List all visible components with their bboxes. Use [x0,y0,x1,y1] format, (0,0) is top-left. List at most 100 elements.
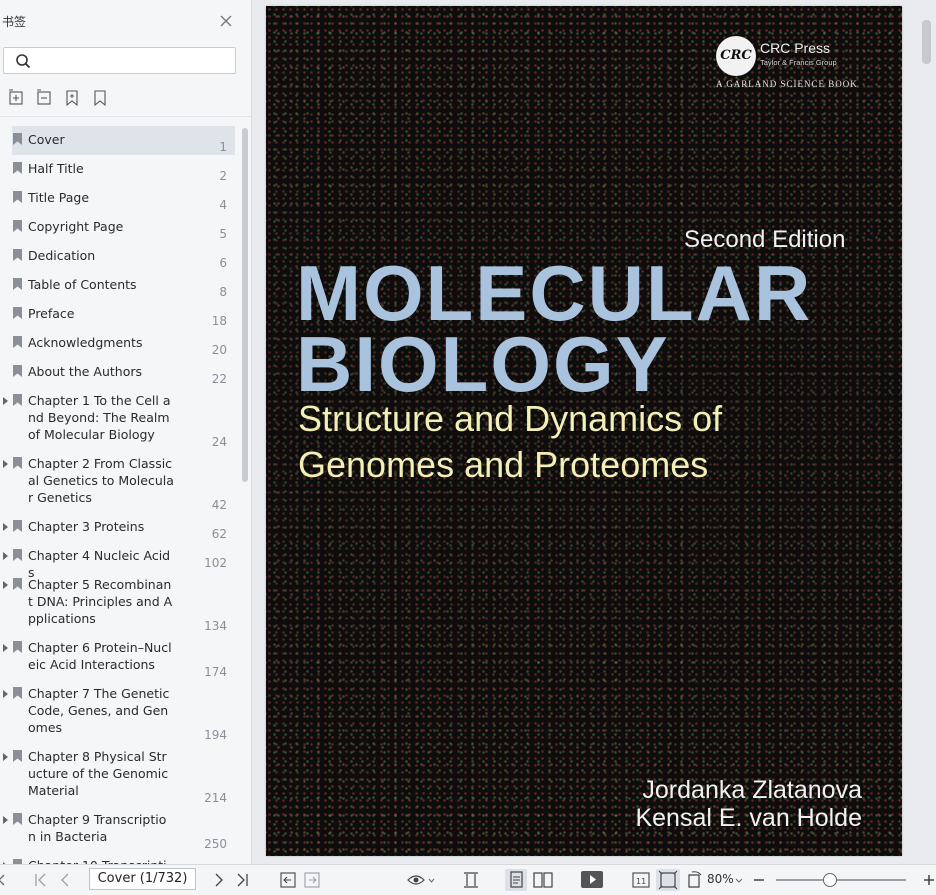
bookmark-item[interactable]: About the Authors 22 [12,358,235,387]
bookmark-page-number: 4 [219,198,227,212]
document-scrollbar[interactable] [922,20,931,64]
bookmark-list: Cover 1 Half Title 2 Title Page 4 Copyright Pa… [0,124,240,864]
search-icon [16,54,31,69]
slideshow-play-icon[interactable] [580,869,604,891]
bookmark-item[interactable]: Table of Contents 8 [12,271,235,300]
bookmark-item[interactable]: Chapter 7 The Genetic Code, Genes, and G… [3,680,235,743]
zoom-level[interactable]: 80% [707,872,734,886]
bookmark-item[interactable]: Chapter 6 Protein–Nucleic Acid Interacti… [3,634,235,680]
author-name: Kensal E. van Holde [635,804,862,832]
close-icon[interactable] [219,14,233,28]
bookmark-item[interactable]: Acknowledgments 20 [12,329,235,358]
bookmark-panel-title: 书签 [2,15,27,29]
bookmark-page-number: 250 [204,837,227,851]
book-subtitle-line1: Structure and Dynamics of [298,398,723,439]
bookmark-label: Chapter 2 From Classical Genetics to Mol… [28,456,174,505]
bookmark-label: Copyright Page [28,219,124,234]
bookmark-flag-icon [13,220,22,232]
zoom-in-icon[interactable] [922,869,936,891]
bookmark-flag-icon [13,336,22,348]
bookmark-page-number: 18 [211,314,227,328]
eye-care-icon[interactable] [406,869,436,891]
page-indicator[interactable]: Cover (1/732) [89,868,196,890]
bookmark-item[interactable]: Half Title 2 [12,155,235,184]
bookmark-label: Chapter 1 To the Cell and Beyond: The Re… [28,393,171,442]
bookmark-page-number: 62 [211,527,227,541]
last-page-icon[interactable] [234,869,250,891]
bookmark-item[interactable]: Chapter 9 Transcription in Bacteria 250 [3,806,235,852]
bookmark-page-number: 5 [219,227,227,241]
expand-caret-icon[interactable] [3,552,8,560]
bookmark-item[interactable]: Title Page 4 [12,184,235,213]
bookmark-panel-header: 书签 [0,0,251,42]
bookmark-flag-icon [13,278,22,290]
bookmark-item[interactable]: Chapter 8 Physical Structure of the Geno… [3,743,235,806]
first-page-icon[interactable] [33,869,49,891]
bookmark-flag-icon [13,578,22,590]
bookmark-label: Table of Contents [28,277,137,292]
bookmark-flag-icon [13,249,22,261]
rotate-icon[interactable] [686,869,704,891]
bookmark-label: Cover [28,132,65,147]
chevron-left-icon[interactable] [0,869,6,891]
two-page-icon[interactable] [532,869,554,891]
bookmark-item[interactable]: Chapter 10 Transcription [3,852,235,864]
back-icon[interactable] [279,869,297,891]
bookmark-flag-icon [13,457,22,469]
bookmark-icon[interactable] [91,88,109,108]
expand-caret-icon[interactable] [3,523,8,531]
zoom-slider-track[interactable] [776,879,906,881]
bookmark-scrollbar[interactable] [242,128,248,482]
zoom-out-icon[interactable] [752,869,766,891]
bookmark-page-number: 134 [204,619,227,633]
bookmark-item[interactable]: Chapter 5 Recombinant DNA: Principles an… [3,571,235,634]
chevron-down-icon[interactable] [734,869,744,891]
collapse-all-icon[interactable] [36,88,54,108]
fit-width-icon[interactable] [461,869,481,891]
expand-caret-icon[interactable] [3,690,8,698]
bookmark-item[interactable]: Chapter 3 Proteins 62 [3,513,235,542]
bookmark-flag-icon [13,133,22,145]
bookmark-search-input[interactable] [38,51,232,72]
bookmark-page-number: 22 [211,372,227,386]
bookmark-label: Dedication [28,248,96,263]
bookmark-item[interactable]: Cover 1 [12,126,235,155]
bookmark-page-number: 194 [204,728,227,742]
bookmark-item[interactable]: Chapter 4 Nucleic Acids 102 [3,542,235,580]
bookmark-item[interactable]: Preface 18 [12,300,235,329]
bookmark-page-number: 24 [211,435,227,449]
bookmark-item[interactable]: Copyright Page 5 [12,213,235,242]
bookmark-item[interactable]: Dedication 6 [12,242,235,271]
forward-icon[interactable] [303,869,321,891]
expand-caret-icon[interactable] [3,816,8,824]
bookmark-flag-icon [13,641,22,653]
bookmark-item[interactable]: Chapter 1 To the Cell and Beyond: The Re… [3,387,235,450]
book-subtitle-line2: Genomes and Proteomes [298,444,709,485]
expand-caret-icon[interactable] [3,753,8,761]
bookmark-item[interactable]: Chapter 2 From Classical Genetics to Mol… [3,450,235,513]
expand-caret-icon[interactable] [3,460,8,468]
bookmark-flag-icon [13,687,22,699]
bookmark-toolbar [0,88,251,108]
fit-page-button[interactable] [656,869,680,891]
bookmark-label: Chapter 9 Transcription in Bacteria [28,812,167,844]
bookmark-page-number: 214 [204,791,227,805]
publisher-group: Taylor & Francis Group [760,58,837,67]
bookmark-label: Chapter 8 Physical Structure of the Geno… [28,749,169,798]
previous-page-icon[interactable] [57,869,73,891]
single-page-view-button[interactable] [505,869,527,891]
expand-caret-icon[interactable] [3,581,8,589]
expand-caret-icon[interactable] [3,644,8,652]
add-bookmark-icon[interactable] [63,88,81,108]
bookmark-flag-icon [13,191,22,203]
bookmark-search-box[interactable] [3,47,236,74]
actual-size-icon[interactable]: 11 [631,869,651,891]
expand-all-icon[interactable] [8,88,26,108]
bookmark-page-number: 42 [211,498,227,512]
expand-caret-icon[interactable] [3,397,8,405]
next-page-icon[interactable] [211,869,227,891]
zoom-slider-thumb[interactable] [823,873,837,887]
bookmark-flag-icon [13,813,22,825]
book-title-line2: BIOLOGY [296,320,670,408]
divider [0,116,251,117]
